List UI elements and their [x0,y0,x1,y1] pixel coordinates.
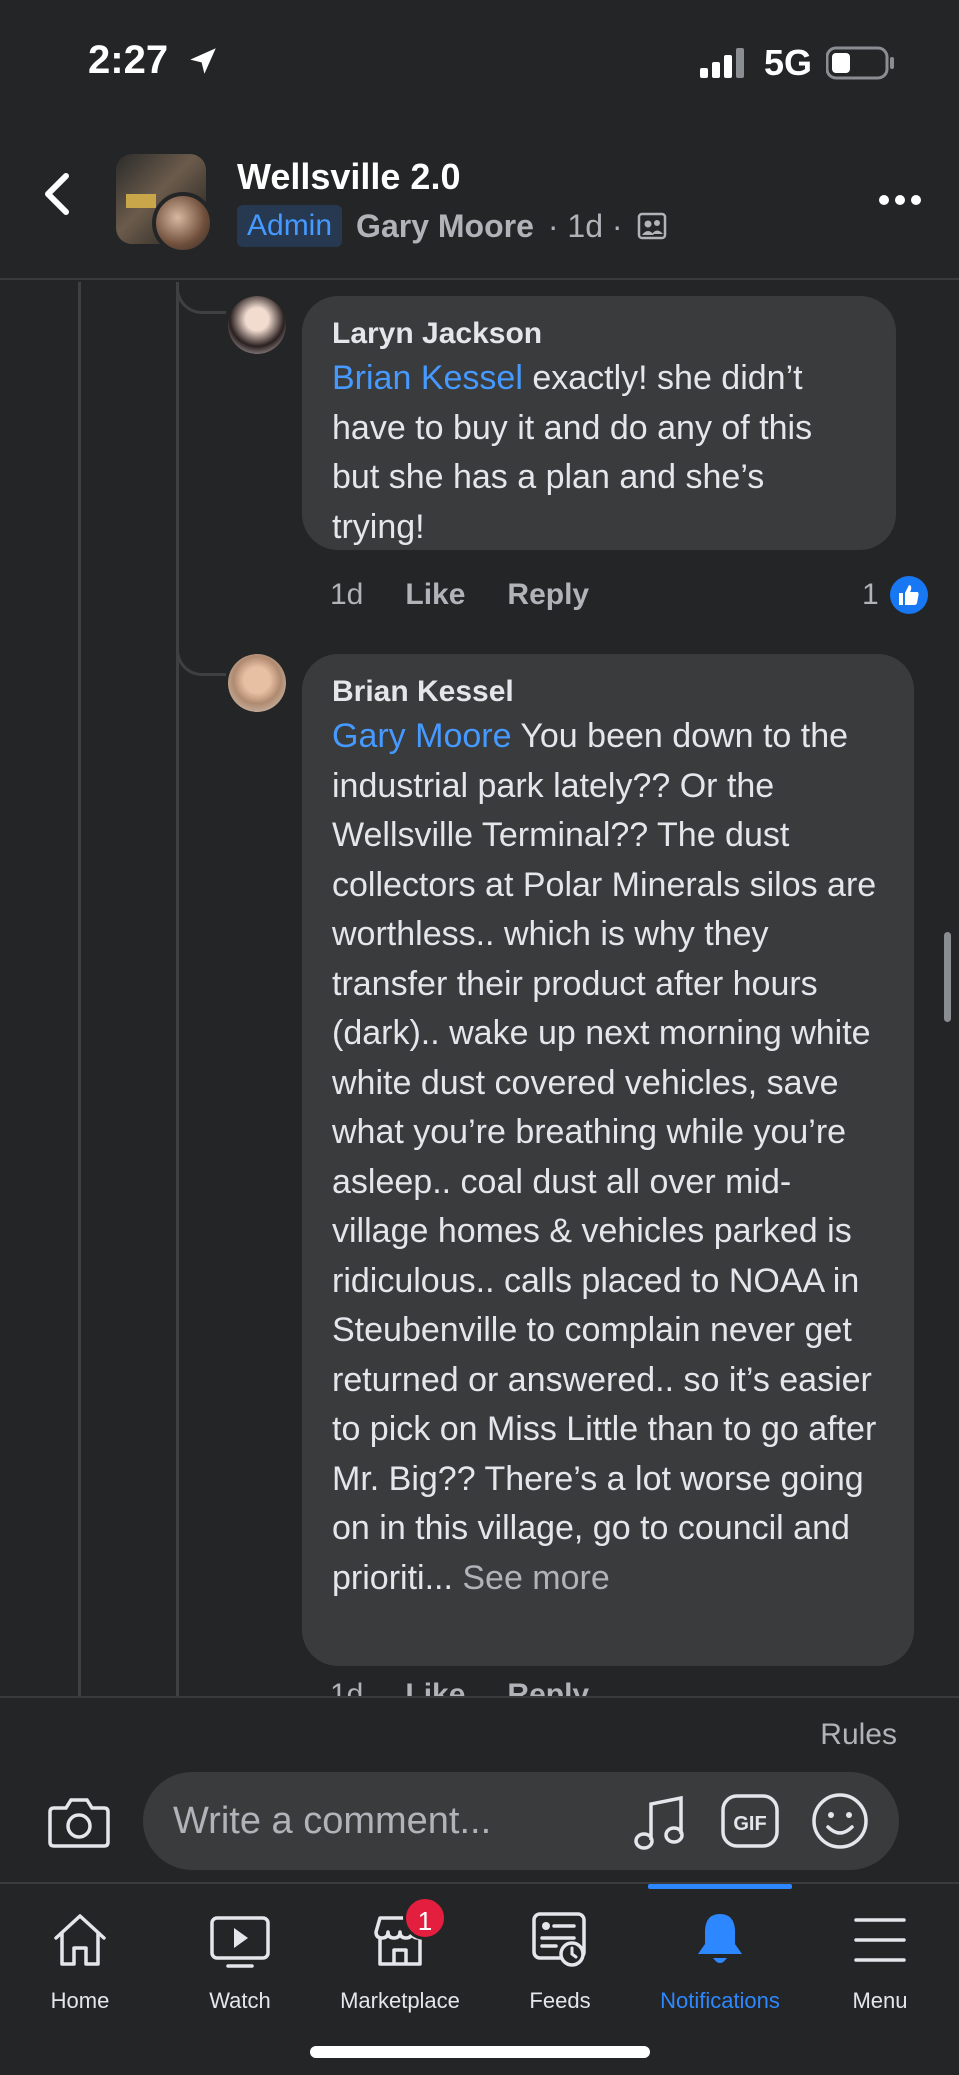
author-avatar [152,192,214,254]
comment-time: 1d [330,578,364,611]
nav-label: Marketplace [340,1988,460,2013]
post-author[interactable]: Gary Moore [356,208,534,245]
comment-text: Brian Kessel exactly! she didn’t have to… [332,354,866,552]
comment-time: 1d [330,1678,364,1696]
bottom-navigation: Home Watch Marketplace 1 Feeds Notificat… [0,1882,959,2075]
nav-notifications[interactable]: Notifications [640,1884,800,2034]
home-icon [54,1914,106,1966]
reply-button[interactable]: Reply [507,578,589,612]
marketplace-badge: 1 [403,1896,447,1940]
rules-link[interactable]: Rules [820,1718,897,1752]
comment-body: You been down to the industrial park lat… [332,717,877,1597]
thread-line [78,282,81,1696]
location-arrow-icon [190,48,216,74]
thread-connector [176,282,226,314]
scrollbar[interactable] [944,932,951,1022]
comment-actions: 1d Like Reply [330,578,589,612]
commenter-avatar[interactable] [228,654,286,712]
nav-label: Feeds [529,1988,591,2013]
reaction-count[interactable]: 1 [862,578,879,612]
gif-icon[interactable]: GIF [721,1794,779,1848]
watch-icon [210,1916,270,1968]
group-privacy-icon [637,212,666,240]
admin-badge: Admin [237,205,343,247]
see-more-link[interactable]: See more [453,1559,609,1597]
svg-text:GIF: GIF [733,1813,766,1835]
comment-text: Gary Moore You been down to the industri… [332,712,884,1603]
status-time: 2:27 [88,38,169,82]
back-chevron-icon[interactable] [38,170,78,218]
post-time: · 1d · [547,207,623,244]
reply-button[interactable]: Reply [507,1678,589,1696]
thread-line [176,282,179,1696]
camera-icon[interactable] [48,1794,110,1850]
post-header: Wellsville 2.0 Admin Gary Moore · 1d · [0,120,959,280]
nav-feeds[interactable]: Feeds [480,1884,640,2034]
comment-actions: 1d Like Reply [330,1678,589,1696]
bell-icon [698,1914,742,1963]
comment-input-container[interactable]: GIF [143,1772,899,1870]
comment-author[interactable]: Brian Kessel [332,672,884,712]
comment-input[interactable] [173,1772,643,1870]
like-reaction-icon[interactable] [890,576,928,614]
nav-label: Menu [852,1988,908,2013]
status-bar: 2:27 5G [0,0,959,120]
nav-menu[interactable]: Menu [800,1884,959,2034]
thread-connector [176,644,226,676]
nav-label: Home [50,1988,110,2013]
like-button[interactable]: Like [405,578,465,612]
comments-feed[interactable]: Laryn Jackson Brian Kessel exactly! she … [0,282,959,1696]
menu-icon [854,1918,906,1962]
battery-icon [826,46,894,80]
mention-link[interactable]: Brian Kessel [332,359,523,397]
comment-author[interactable]: Laryn Jackson [332,314,866,354]
thumbs-up-icon [899,585,919,605]
mention-link[interactable]: Gary Moore [332,717,512,755]
nav-label: Notifications [660,1988,780,2013]
group-avatar[interactable] [116,154,214,254]
feeds-icon [532,1912,586,1967]
signal-icon [700,48,744,78]
nav-home[interactable]: Home [0,1884,160,2034]
post-meta: Admin Gary Moore · 1d · [237,204,667,248]
nav-watch[interactable]: Watch [160,1884,320,2034]
nav-marketplace[interactable]: Marketplace [320,1884,480,2034]
network-label: 5G [764,42,813,83]
comment-composer: Rules GIF [0,1696,959,1882]
commenter-avatar[interactable] [228,296,286,354]
comment-bubble: Brian Kessel Gary Moore You been down to… [302,654,914,1666]
nav-label: Watch [209,1988,271,2013]
home-indicator[interactable] [310,2046,650,2058]
emoji-icon[interactable] [811,1792,869,1850]
group-name[interactable]: Wellsville 2.0 [237,156,460,198]
like-button[interactable]: Like [405,1678,465,1696]
more-options-icon[interactable] [876,192,924,208]
comment-bubble: Laryn Jackson Brian Kessel exactly! she … [302,296,896,550]
music-note-icon[interactable] [633,1794,687,1852]
